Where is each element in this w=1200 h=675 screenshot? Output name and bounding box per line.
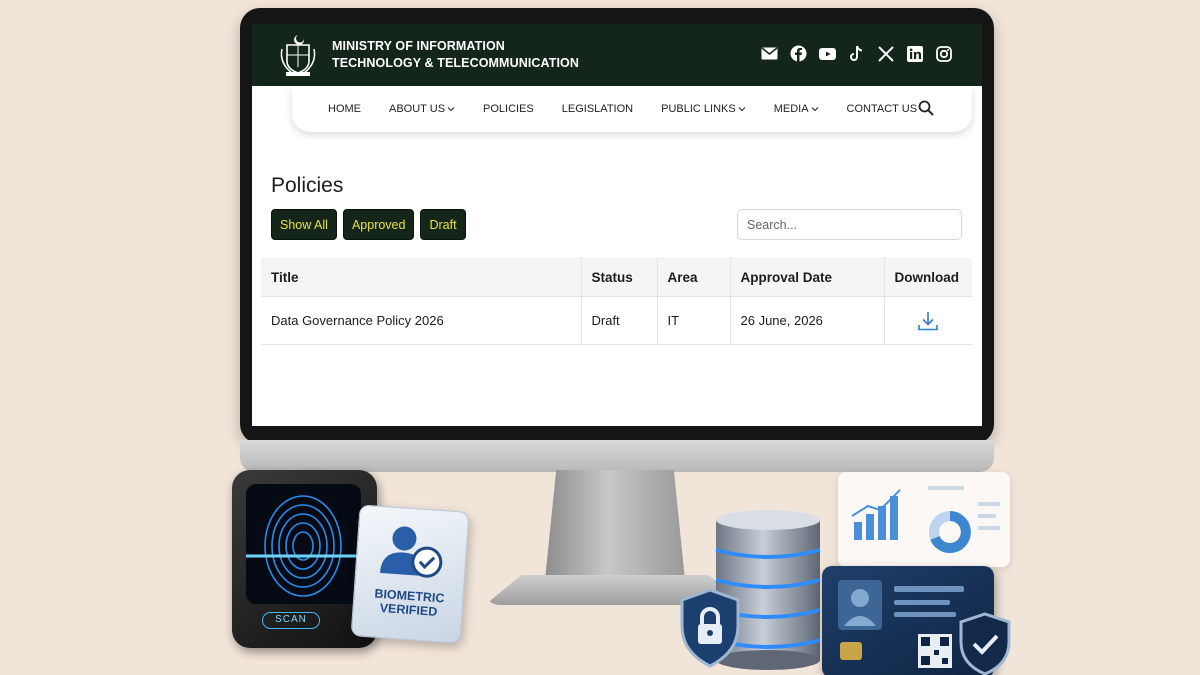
column-header-download[interactable]: Download [884,258,972,297]
check-shield-icon [958,612,1012,675]
download-icon[interactable] [917,310,939,335]
column-header-area[interactable]: Area [657,258,731,297]
scan-label: SCAN [262,612,320,629]
page-title: Policies [271,174,344,197]
ministry-name[interactable]: MINISTRY OF INFORMATION TECHNOLOGY & TEL… [332,38,579,72]
lock-shield-icon [678,588,742,668]
nav-about-us-label: ABOUT US [389,103,446,115]
nav-media[interactable]: MEDIA [774,103,819,115]
column-header-status[interactable]: Status [581,258,658,297]
ministry-name-line1: MINISTRY OF INFORMATION [332,39,505,53]
filter-buttons: Show All Approved Draft [271,209,466,240]
filter-draft-button[interactable]: Draft [420,209,466,240]
bar-chart-icon [851,489,901,540]
filter-approved-button[interactable]: Approved [342,209,415,240]
nav-policies-label: POLICIES [483,103,534,115]
nav-contact-us-label: CONTACT US [846,103,918,115]
x-icon[interactable] [877,45,894,62]
social-links [761,45,952,62]
policy-title-cell: Data Governance Policy 2026 [261,296,582,345]
nav-contact-us[interactable]: CONTACT US [847,103,918,115]
column-header-title[interactable]: Title [261,258,582,297]
nav-about-us[interactable]: ABOUT US [389,103,455,115]
chevron-down-icon [738,105,746,113]
website-screen: MINISTRY OF INFORMATION TECHNOLOGY & TEL… [252,24,982,426]
site-header: MINISTRY OF INFORMATION TECHNOLOGY & TEL… [252,24,982,86]
donut-chart-icon [929,511,971,553]
tiktok-icon[interactable] [848,45,865,62]
nav-home-label: HOME [328,103,361,115]
mail-icon[interactable] [761,45,778,62]
table-header-row: Title Status Area Approval Date Download [261,258,972,297]
ministry-name-line2: TECHNOLOGY & TELECOMMUNICATION [332,56,579,70]
policy-area-cell: IT [657,296,731,345]
biometric-verified-label: BIOMETRIC VERIFIED [353,585,465,621]
main-navigation: HOME ABOUT US POLICIES LEGISLATION PUBLI… [292,86,972,132]
policy-status-cell: Draft [581,296,658,345]
nav-media-label: MEDIA [773,103,809,115]
linkedin-icon[interactable] [906,45,923,62]
chevron-down-icon [447,105,455,113]
nav-home[interactable]: HOME [328,103,361,115]
analytics-dashboard-illustration [838,472,1010,567]
biometric-verified-card-illustration: BIOMETRIC VERIFIED [350,504,470,644]
nav-public-links[interactable]: PUBLIC LINKS [661,103,746,115]
policies-table: Title Status Area Approval Date Download… [261,258,972,345]
chevron-down-icon [811,105,819,113]
column-header-approval-date[interactable]: Approval Date [730,258,885,297]
table-row: Data Governance Policy 2026 Draft IT 26 … [261,296,972,345]
state-emblem-logo[interactable] [278,33,318,77]
search-icon[interactable] [918,100,934,116]
fingerprint-icon [246,484,361,604]
search-input[interactable] [737,209,962,240]
nav-legislation[interactable]: LEGISLATION [562,103,633,115]
policy-approval-date-cell: 26 June, 2026 [730,296,885,345]
monitor-stand-neck [545,470,685,580]
facebook-icon[interactable] [790,45,807,62]
nav-policies[interactable]: POLICIES [483,103,534,115]
qr-code-icon [918,634,952,668]
filter-show-all-button[interactable]: Show All [271,209,337,240]
nav-legislation-label: LEGISLATION [561,103,634,115]
verified-user-icon [380,526,443,578]
policy-download-cell [884,296,972,345]
monitor-chin [240,440,994,472]
instagram-icon[interactable] [935,45,952,62]
chip-icon [840,642,862,660]
nav-public-links-label: PUBLIC LINKS [661,103,736,115]
youtube-icon[interactable] [819,45,836,62]
